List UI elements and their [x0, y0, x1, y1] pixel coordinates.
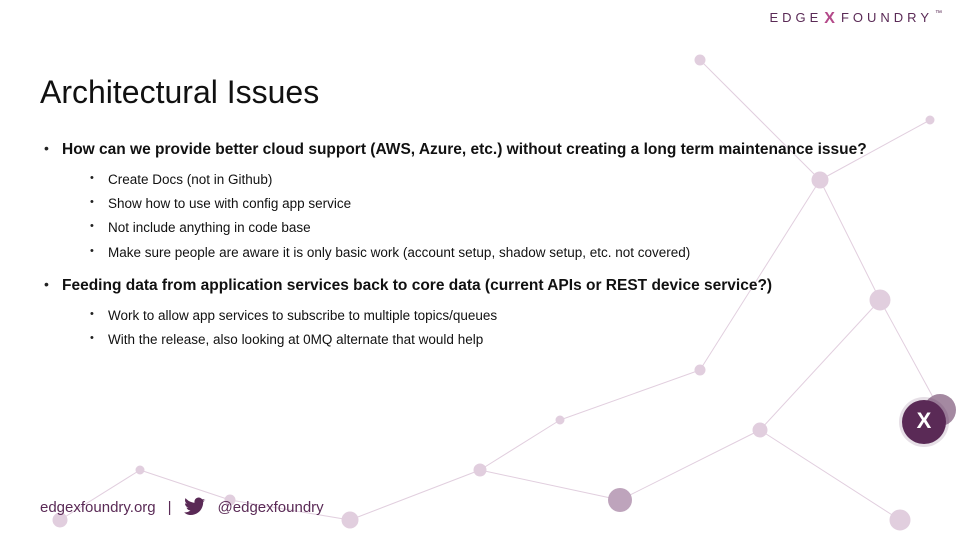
footer: edgexfoundry.org | @edgexfoundry	[40, 496, 324, 518]
footer-handle: @edgexfoundry	[218, 499, 324, 516]
bullet-item: How can we provide better cloud support …	[40, 140, 920, 262]
brand-right: FOUNDRY	[841, 10, 933, 25]
brand-x: X	[824, 10, 839, 27]
sub-bullet: With the release, also looking at 0MQ al…	[88, 331, 920, 349]
x-badge-icon: X	[902, 400, 946, 444]
brand-left: EDGE	[769, 10, 822, 25]
slide-content: How can we provide better cloud support …	[40, 140, 920, 363]
brand-tm: ™	[935, 10, 942, 17]
sub-bullet: Not include anything in code base	[88, 219, 920, 237]
bullet-text: Feeding data from application services b…	[62, 276, 920, 297]
sub-bullet: Make sure people are aware it is only ba…	[88, 244, 920, 262]
sub-bullet: Work to allow app services to subscribe …	[88, 307, 920, 325]
sub-bullet: Create Docs (not in Github)	[88, 171, 920, 189]
twitter-icon	[184, 496, 206, 518]
footer-separator: |	[168, 499, 172, 516]
footer-site: edgexfoundry.org	[40, 499, 156, 516]
bullet-item: Feeding data from application services b…	[40, 276, 920, 349]
brand-logo: EDGEXFOUNDRY™	[769, 10, 942, 28]
slide-title: Architectural Issues	[40, 74, 319, 111]
sub-bullet: Show how to use with config app service	[88, 195, 920, 213]
bullet-text: How can we provide better cloud support …	[62, 140, 920, 161]
